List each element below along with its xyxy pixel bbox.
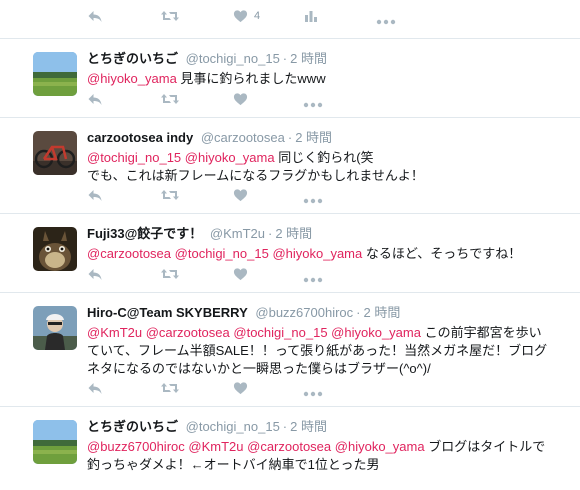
timestamp[interactable]: 2 時間 [290, 419, 327, 434]
tweet-text-content: 釣っちゃダメよ！←オートバイ納車で1位とった男 [87, 457, 380, 472]
tweet-text-content: 同じく釣られ(笑 [278, 150, 374, 165]
tweet[interactable]: carzootosea indy @carzootosea · 2 時間 @toch… [0, 117, 580, 213]
tweet-actions [87, 379, 407, 399]
mention-link[interactable]: @hiyoko_yama [87, 71, 177, 86]
like-count: 4 [254, 10, 261, 22]
tweet[interactable]: Hiro-C@Team SKYBERRY @buzz6700hiroc · 2 時間… [0, 292, 580, 406]
mention-link[interactable]: @carzootosea [87, 246, 171, 261]
heart-icon [233, 9, 248, 24]
more-icon[interactable] [303, 192, 323, 210]
timestamp[interactable]: 2 時間 [295, 130, 332, 145]
avatar[interactable] [33, 227, 77, 271]
tweet-text-content: この前宇都宮を歩い [424, 325, 542, 340]
retweet-icon[interactable] [160, 7, 180, 25]
tweet-actions [87, 265, 407, 285]
tweet-header: Fuji33@餃子です！ @KmT2u · 2 時間 [87, 226, 312, 242]
tweet-text-content: ブログはタイトルで [428, 439, 546, 454]
tweet-text-content: 見事に釣られましたwww [180, 71, 326, 86]
user-handle[interactable]: @tochigi_no_15 [186, 419, 280, 434]
heart-icon[interactable] [233, 186, 248, 204]
more-icon[interactable] [303, 271, 323, 289]
reply-icon[interactable] [87, 90, 103, 108]
tweet-actions [87, 186, 407, 206]
tweet[interactable]: とちぎのいちご @tochigi_no_15 · 2 時間 @buzz6700hir… [0, 406, 580, 490]
reply-icon[interactable] [87, 379, 103, 397]
tweet-actions: 4 [87, 7, 407, 27]
mention-link[interactable]: @tochigi_no_15 [175, 246, 269, 261]
mention-link[interactable]: @tochigi_no_15 [233, 325, 327, 340]
tweet-text-content: ていて、フレーム半額SALE！！って張り紙があった！当然メガネ屋だ！ブログ [87, 343, 548, 358]
tweet-text-content: ネタになるのではないかと一瞬思った僕らはブラザー(^o^)/ [87, 361, 431, 376]
reply-icon[interactable] [87, 186, 103, 204]
reply-icon[interactable] [87, 265, 103, 283]
avatar[interactable] [33, 420, 77, 464]
mention-link[interactable]: @hiyoko_yama [185, 150, 275, 165]
tweet-text: @KmT2u @carzootosea @tochigi_no_15 @hiyo… [87, 324, 557, 378]
tweet-header: carzootosea indy @carzootosea · 2 時間 [87, 130, 332, 146]
separator-dot: · [282, 51, 288, 66]
tweet-text: @buzz6700hiroc @KmT2u @carzootosea @hiyo… [87, 438, 557, 474]
mention-link[interactable]: @tochigi_no_15 [87, 150, 181, 165]
like-button[interactable]: 4 [233, 7, 260, 25]
mention-link[interactable]: @carzootosea [146, 325, 230, 340]
mention-link[interactable]: @KmT2u [87, 325, 142, 340]
tweet-header: Hiro-C@Team SKYBERRY @buzz6700hiroc · 2 時間 [87, 305, 400, 321]
stats-icon[interactable] [303, 7, 319, 25]
retweet-icon[interactable] [160, 90, 180, 108]
mention-link[interactable]: @carzootosea [247, 439, 331, 454]
avatar[interactable] [33, 52, 77, 96]
tweet[interactable]: とちぎのいちご @tochigi_no_15 · 2 時間 @hiyoko_yama… [0, 38, 580, 117]
retweet-icon[interactable] [160, 265, 180, 283]
avatar[interactable] [33, 131, 77, 175]
mention-link[interactable]: @hiyoko_yama [331, 325, 421, 340]
tweet-text-content: でも、これは新フレームになるフラグかもしれませんよ！ [87, 168, 424, 183]
timestamp[interactable]: 2 時間 [364, 305, 401, 320]
separator-dot: · [287, 130, 293, 145]
display-name[interactable]: Fuji33@餃子です！ [87, 226, 202, 241]
display-name[interactable]: Hiro-C@Team SKYBERRY [87, 305, 248, 320]
tweet-text: @carzootosea @tochigi_no_15 @hiyoko_yama… [87, 245, 557, 263]
tweet-text-content: なるほど、そっちですね！ [365, 246, 522, 261]
heart-icon[interactable] [233, 265, 248, 283]
tweet-header: とちぎのいちご @tochigi_no_15 · 2 時間 [87, 419, 327, 435]
heart-icon[interactable] [233, 379, 248, 397]
display-name[interactable]: とちぎのいちご [87, 51, 178, 66]
reply-icon[interactable] [87, 7, 103, 25]
more-icon[interactable] [303, 385, 323, 403]
avatar[interactable] [33, 306, 77, 350]
mention-link[interactable]: @KmT2u [188, 439, 243, 454]
heart-icon[interactable] [233, 90, 248, 108]
retweet-icon[interactable] [160, 379, 180, 397]
mention-link[interactable]: @hiyoko_yama [335, 439, 425, 454]
separator-dot: · [267, 226, 273, 241]
more-icon[interactable] [376, 13, 396, 31]
user-handle[interactable]: @buzz6700hiroc [255, 305, 353, 320]
display-name[interactable]: とちぎのいちご [87, 419, 178, 434]
timestamp[interactable]: 2 時間 [290, 51, 327, 66]
user-handle[interactable]: @carzootosea [201, 130, 285, 145]
tweet-text: @tochigi_no_15 @hiyoko_yama 同じく釣られ(笑 でも、… [87, 149, 557, 185]
timestamp[interactable]: 2 時間 [275, 226, 312, 241]
tweet-text: @hiyoko_yama 見事に釣られましたwww [87, 70, 557, 88]
tweet-actions [87, 90, 407, 110]
tweet[interactable]: Fuji33@餃子です！ @KmT2u · 2 時間 @carzootosea @t… [0, 213, 580, 292]
separator-dot: · [282, 419, 288, 434]
user-handle[interactable]: @KmT2u [210, 226, 265, 241]
display-name[interactable]: carzootosea indy [87, 130, 193, 145]
mention-link[interactable]: @hiyoko_yama [272, 246, 362, 261]
tweet-header: とちぎのいちご @tochigi_no_15 · 2 時間 [87, 51, 327, 67]
mention-link[interactable]: @buzz6700hiroc [87, 439, 185, 454]
user-handle[interactable]: @tochigi_no_15 [186, 51, 280, 66]
retweet-icon[interactable] [160, 186, 180, 204]
more-icon[interactable] [303, 96, 323, 114]
separator-dot: · [356, 305, 361, 320]
